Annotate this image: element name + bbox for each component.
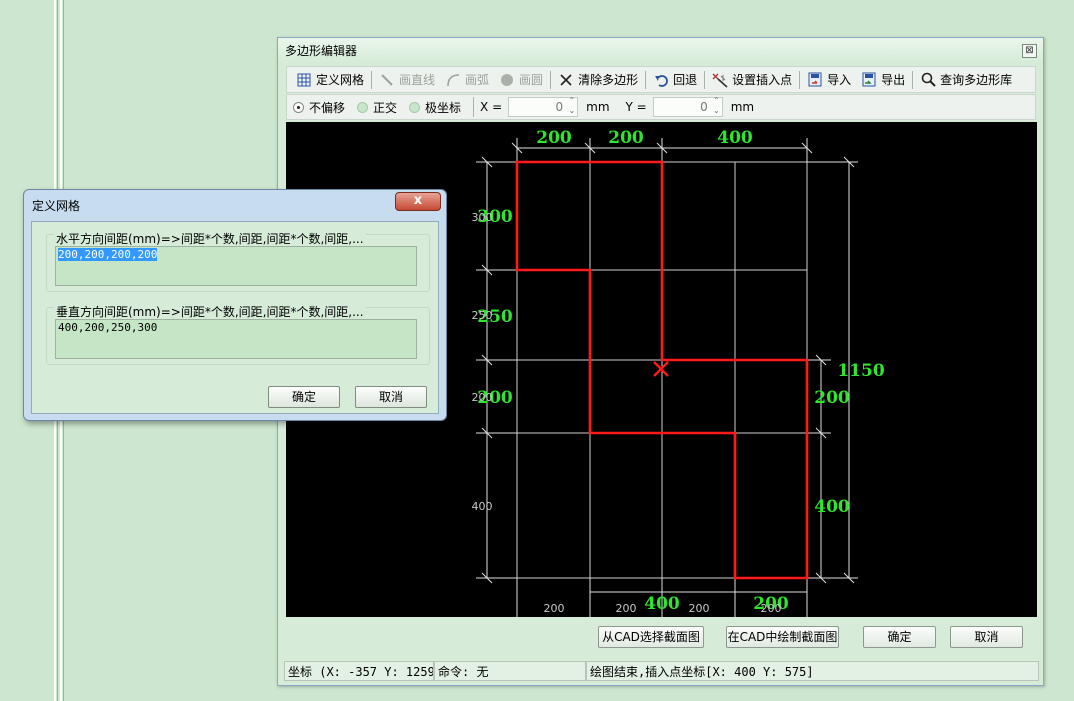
dialog-ok-button[interactable]: 确定	[268, 386, 340, 408]
toolbar-separator	[371, 70, 373, 89]
toolbar-separator	[704, 70, 706, 89]
draw-line-button[interactable]: 画直线	[374, 69, 440, 91]
y-unit: mm	[730, 100, 755, 114]
export-button[interactable]: 导出	[856, 69, 910, 91]
dimension-lines	[476, 138, 858, 617]
toolbar-separator	[645, 70, 647, 89]
circle-icon	[499, 72, 515, 88]
query-polygon-library-button[interactable]: 查询多边形库	[915, 69, 1017, 91]
horizontal-spacing-input[interactable]: 200,200,200,200	[55, 246, 417, 286]
toolbar-separator	[550, 70, 552, 89]
toolbar-label: 画弧	[465, 73, 490, 87]
define-grid-dialog: 定义网格 x 水平方向间距(mm)=>间距*个数,间距,间距*个数,间距,...…	[23, 189, 447, 421]
toolbar-label: 导出	[881, 73, 906, 87]
ok-button[interactable]: 确定	[863, 626, 936, 648]
y-input[interactable]: 0	[652, 96, 723, 117]
toolbar-label: 查询多边形库	[940, 73, 1013, 87]
radio-dot	[409, 101, 421, 113]
x-input[interactable]: 0	[508, 96, 579, 117]
set-insert-point-button[interactable]: 设置插入点	[707, 69, 797, 91]
top-dim-label: 200	[536, 128, 572, 148]
clear-polygon-button[interactable]: 清除多边形	[553, 69, 643, 91]
search-icon	[920, 72, 936, 88]
vertical-spacing-label: 垂直方向间距(mm)=>间距*个数,间距,间距*个数,间距,...	[54, 303, 366, 320]
radio-polar[interactable]: 极坐标	[409, 99, 461, 116]
dialog-body: 水平方向间距(mm)=>间距*个数,间距,间距*个数,间距,... 200,20…	[31, 221, 439, 414]
total-height-label: 1150	[837, 361, 884, 381]
grid-icon	[296, 72, 312, 88]
toolbar-label: 导入	[827, 73, 852, 87]
window-titlebar[interactable]: 多边形编辑器	[278, 38, 1043, 62]
left-dim-small-label: 400	[472, 500, 493, 513]
radio-label: 不偏移	[309, 100, 346, 115]
radio-orthogonal[interactable]: 正交	[357, 99, 397, 116]
radio-dot	[293, 101, 304, 113]
toolbar-label: 画直线	[399, 73, 436, 87]
dialog-cancel-button[interactable]: 取消	[355, 386, 427, 408]
toolbar-separator	[912, 70, 914, 89]
options-separator	[473, 97, 475, 117]
import-button[interactable]: 导入	[802, 69, 856, 91]
status-coordinates: 坐标 (X: -357 Y: 1259)	[284, 661, 434, 681]
undo-button[interactable]: 回退	[648, 69, 702, 91]
toolbar: 定义网格 画直线 画弧 画圆 清除多边形 回退 设置插入点 导入 导出 查询多边…	[286, 66, 1036, 93]
export-icon	[861, 72, 877, 88]
radio-label: 正交	[373, 100, 398, 115]
close-button[interactable]: ⊠	[1022, 44, 1037, 58]
toolbar-label: 画圆	[519, 73, 544, 87]
draw-arc-button[interactable]: 画弧	[440, 69, 494, 91]
vertical-spacing-group: 垂直方向间距(mm)=>间距*个数,间距,间距*个数,间距,... 400,20…	[46, 303, 430, 365]
insert-point-icon	[712, 72, 728, 88]
bottom-dim-small-label: 200	[761, 602, 782, 615]
status-command: 命令: 无	[434, 661, 586, 681]
dialog-title: 定义网格	[32, 199, 81, 213]
define-grid-button[interactable]: 定义网格	[291, 69, 369, 91]
bottom-dim-label: 400	[644, 594, 680, 614]
radio-dot	[357, 101, 369, 113]
horizontal-spacing-group: 水平方向间距(mm)=>间距*个数,间距,间距*个数,间距,... 200,20…	[46, 230, 430, 292]
radio-no-offset[interactable]: 不偏移	[293, 99, 345, 116]
bottom-dim-small-label: 200	[616, 602, 637, 615]
status-bar: 坐标 (X: -357 Y: 1259) 命令: 无 绘图结束,插入点坐标[X:…	[284, 661, 1039, 681]
x-label: X =	[480, 100, 503, 114]
options-bar: 不偏移 正交 极坐标 X = 0 mm Y = 0 mm	[286, 94, 1036, 120]
import-icon	[807, 72, 823, 88]
line-icon	[379, 72, 395, 88]
right-dim-label: 200	[814, 388, 850, 408]
left-dim-small-label: 200	[472, 391, 493, 404]
draw-circle-button[interactable]: 画圆	[494, 69, 548, 91]
selected-text: 200,200,200,200	[58, 248, 158, 261]
right-dim-label: 400	[814, 497, 850, 517]
top-dim-label: 200	[608, 128, 644, 148]
toolbar-label: 回退	[673, 73, 698, 87]
left-dim-small-label: 250	[472, 309, 493, 322]
toolbar-label: 设置插入点	[732, 73, 793, 87]
toolbar-separator	[799, 70, 801, 89]
insert-point-marker	[653, 361, 669, 377]
select-from-cad-button[interactable]: 从CAD选择截面图	[598, 626, 704, 648]
window-title: 多边形编辑器	[285, 43, 358, 58]
dialog-close-button[interactable]: x	[395, 192, 441, 211]
arc-icon	[445, 72, 461, 88]
undo-icon	[653, 72, 669, 88]
horizontal-spacing-label: 水平方向间距(mm)=>间距*个数,间距,间距*个数,间距,...	[54, 230, 366, 247]
vertical-spacing-input[interactable]: 400,200,250,300	[55, 319, 417, 359]
bottom-dim-small-label: 200	[689, 602, 710, 615]
toolbar-label: 定义网格	[316, 73, 365, 87]
draw-in-cad-button[interactable]: 在CAD中绘制截面图	[726, 626, 839, 648]
y-label: Y =	[625, 100, 647, 114]
toolbar-label: 清除多边形	[578, 73, 639, 87]
clear-icon	[558, 72, 574, 88]
left-dim-small-label: 300	[472, 211, 493, 224]
cancel-button[interactable]: 取消	[950, 626, 1023, 648]
x-unit: mm	[586, 100, 610, 114]
bottom-dim-small-label: 200	[544, 602, 565, 615]
status-message: 绘图结束,插入点坐标[X: 400 Y: 575]	[586, 661, 1039, 681]
radio-label: 极坐标	[425, 100, 462, 115]
top-dim-label: 400	[717, 128, 753, 148]
